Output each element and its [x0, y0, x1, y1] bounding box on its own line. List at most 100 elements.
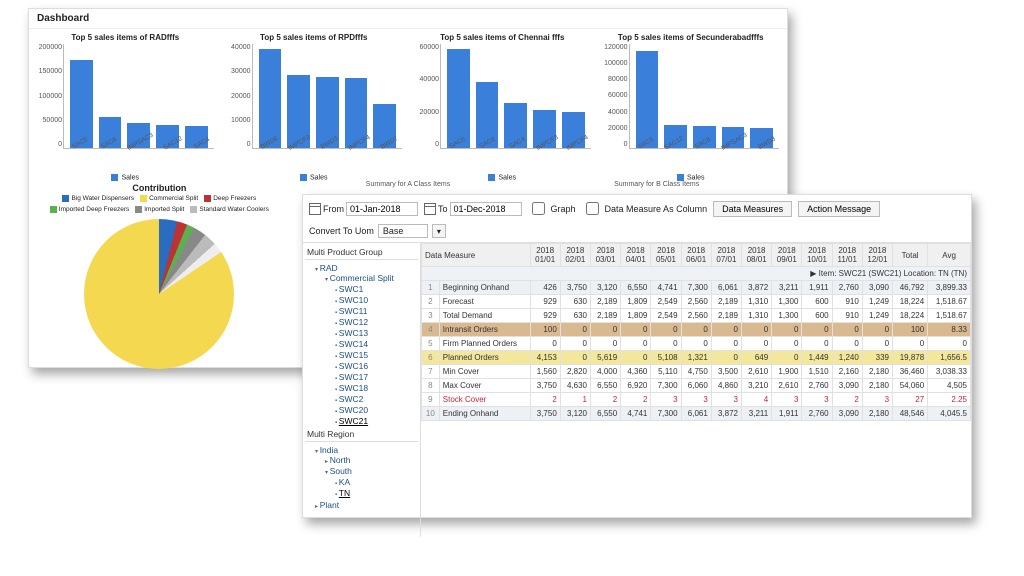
- grid-cell[interactable]: 2,549: [651, 309, 681, 323]
- grid-cell[interactable]: 649: [742, 351, 772, 365]
- grid-cell[interactable]: 1,310: [742, 309, 772, 323]
- grid-cell[interactable]: 339: [862, 351, 892, 365]
- dm-as-column-checkbox[interactable]: Data Measure As Column: [582, 199, 708, 218]
- grid-cell[interactable]: 1,300: [772, 295, 802, 309]
- grid-cell[interactable]: 6,550: [590, 379, 620, 393]
- grid-cell[interactable]: 3,750: [560, 281, 590, 295]
- tree-node-south[interactable]: South KA TN: [325, 466, 418, 499]
- grid-cell[interactable]: 2,560: [681, 295, 711, 309]
- grid-cell[interactable]: 0: [621, 323, 651, 337]
- grid-cell[interactable]: 2,610: [742, 365, 772, 379]
- grid-cell[interactable]: 3,090: [862, 281, 892, 295]
- grid-cell[interactable]: 1,911: [772, 407, 802, 421]
- grid-cell[interactable]: 4,360: [621, 365, 651, 379]
- period-header[interactable]: 201811/01: [832, 244, 862, 267]
- grid-cell[interactable]: 1: [560, 393, 590, 407]
- grid-cell[interactable]: 3,872: [742, 281, 772, 295]
- grid-cell[interactable]: 5,110: [651, 365, 681, 379]
- grid-cell[interactable]: 5,619: [590, 351, 620, 365]
- tree-node-rad[interactable]: RAD Commercial Split SWC1SWC10SWC11SWC12…: [315, 262, 418, 427]
- grid-cell[interactable]: 100: [530, 323, 560, 337]
- grid-cell[interactable]: 4,741: [651, 281, 681, 295]
- grid-row[interactable]: 10Ending Onhand3,7503,1206,5504,7417,300…: [422, 407, 971, 421]
- grid-cell[interactable]: 2,189: [590, 309, 620, 323]
- grid-cell[interactable]: 910: [832, 295, 862, 309]
- grid-cell[interactable]: 1,900: [772, 365, 802, 379]
- grid-cell[interactable]: 3,211: [742, 407, 772, 421]
- tree-node-swc[interactable]: SWC15: [335, 349, 418, 360]
- tree-node-swc[interactable]: SWC17: [335, 371, 418, 382]
- grid-cell[interactable]: 3,090: [832, 407, 862, 421]
- grid-cell[interactable]: 0: [681, 323, 711, 337]
- period-header[interactable]: 201808/01: [742, 244, 772, 267]
- period-header[interactable]: 201812/01: [862, 244, 892, 267]
- grid-cell[interactable]: 1,809: [621, 295, 651, 309]
- grid-row[interactable]: 7Min Cover1,5602,8204,0004,3605,1104,750…: [422, 365, 971, 379]
- grid-row[interactable]: 4Intransit Orders100000000000001008.33: [422, 323, 971, 337]
- period-header[interactable]: 201810/01: [802, 244, 832, 267]
- grid-cell[interactable]: 3,120: [560, 407, 590, 421]
- tree-node-ka[interactable]: KA: [335, 476, 418, 487]
- grid-cell[interactable]: 4,860: [711, 379, 741, 393]
- grid-cell[interactable]: 0: [832, 337, 862, 351]
- tree-node-swc[interactable]: SWC10: [335, 294, 418, 305]
- grid-cell[interactable]: 0: [621, 351, 651, 365]
- action-message-button[interactable]: Action Message: [798, 201, 880, 217]
- tree-node-swc[interactable]: SWC13: [335, 327, 418, 338]
- tree-node-swc[interactable]: SWC2: [335, 393, 418, 404]
- grid-cell[interactable]: 6,550: [590, 407, 620, 421]
- grid-cell[interactable]: 2: [530, 393, 560, 407]
- grid-cell[interactable]: 0: [742, 337, 772, 351]
- tree-node-swc[interactable]: SWC1: [335, 283, 418, 294]
- grid-cell[interactable]: 2,180: [862, 365, 892, 379]
- grid-row[interactable]: 3Total Demand9296302,1891,8092,5492,5602…: [422, 309, 971, 323]
- tree-node-swc[interactable]: SWC11: [335, 305, 418, 316]
- grid-cell[interactable]: 2,189: [711, 295, 741, 309]
- period-header[interactable]: 201805/01: [651, 244, 681, 267]
- grid-cell[interactable]: 2: [621, 393, 651, 407]
- grid-cell[interactable]: 1,300: [772, 309, 802, 323]
- grid-cell[interactable]: 2,160: [832, 365, 862, 379]
- graph-checkbox[interactable]: Graph: [528, 199, 576, 218]
- grid-cell[interactable]: 0: [560, 351, 590, 365]
- grid-cell[interactable]: 4,741: [621, 407, 651, 421]
- grid-cell[interactable]: 7,300: [681, 281, 711, 295]
- to-date-input[interactable]: [450, 202, 522, 216]
- grid-cell[interactable]: 4,000: [590, 365, 620, 379]
- grid-cell[interactable]: 0: [560, 337, 590, 351]
- grid-cell[interactable]: 2,180: [862, 379, 892, 393]
- grid-cell[interactable]: 0: [862, 323, 892, 337]
- grid-cell[interactable]: 3,211: [772, 281, 802, 295]
- grid-cell[interactable]: 1,510: [802, 365, 832, 379]
- grid-cell[interactable]: 1,911: [802, 281, 832, 295]
- grid-cell[interactable]: 5,108: [651, 351, 681, 365]
- grid-cell[interactable]: 4,630: [560, 379, 590, 393]
- grid-cell[interactable]: 2: [590, 393, 620, 407]
- grid-cell[interactable]: 6,550: [621, 281, 651, 295]
- grid-cell[interactable]: 2,820: [560, 365, 590, 379]
- grid-cell[interactable]: 3: [802, 393, 832, 407]
- grid-cell[interactable]: 0: [711, 337, 741, 351]
- grid-cell[interactable]: 0: [742, 323, 772, 337]
- chevron-down-icon[interactable]: ▾: [432, 224, 446, 238]
- tree-node-north[interactable]: North: [325, 455, 418, 466]
- tree-node-plant[interactable]: Plant: [315, 499, 418, 510]
- grid-cell[interactable]: 1,809: [621, 309, 651, 323]
- grid-cell[interactable]: 600: [802, 309, 832, 323]
- grid-cell[interactable]: 3,210: [742, 379, 772, 393]
- grid-cell[interactable]: 0: [651, 337, 681, 351]
- grid-cell[interactable]: 1,249: [862, 295, 892, 309]
- grid-cell[interactable]: 6,060: [681, 379, 711, 393]
- period-header[interactable]: 201809/01: [772, 244, 802, 267]
- grid-cell[interactable]: 3: [681, 393, 711, 407]
- grid-row[interactable]: 8Max Cover3,7504,6306,5506,9207,3006,060…: [422, 379, 971, 393]
- period-header[interactable]: 201804/01: [621, 244, 651, 267]
- grid-cell[interactable]: 0: [651, 323, 681, 337]
- grid-cell[interactable]: 6,061: [711, 281, 741, 295]
- period-header[interactable]: 201801/01: [530, 244, 560, 267]
- grid-cell[interactable]: 0: [590, 337, 620, 351]
- grid-cell[interactable]: 3,090: [832, 379, 862, 393]
- grid-cell[interactable]: 910: [832, 309, 862, 323]
- grid-cell[interactable]: 1,249: [862, 309, 892, 323]
- grid-cell[interactable]: 426: [530, 281, 560, 295]
